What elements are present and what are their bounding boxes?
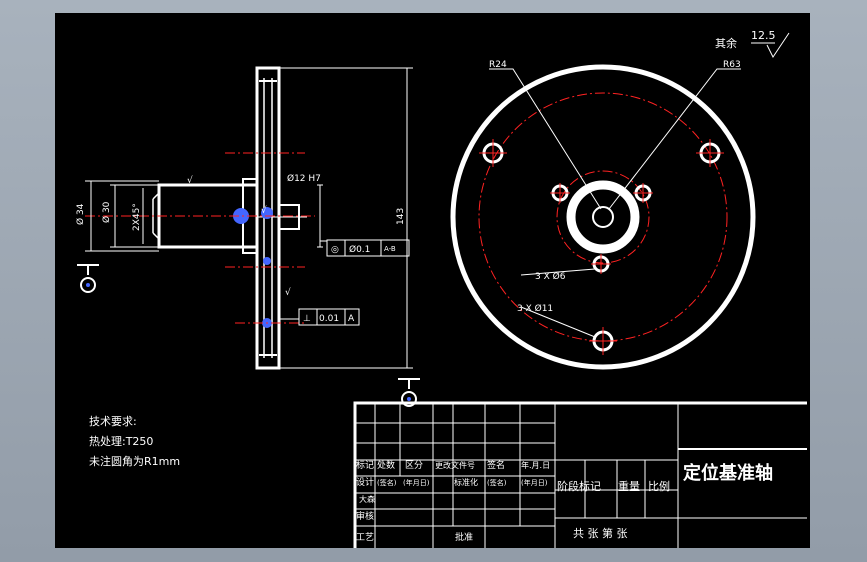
- tb-date-hint2: (年月日): [521, 478, 548, 487]
- dim-length: 143: [396, 208, 406, 225]
- surface-finish-value: 12.5: [751, 29, 776, 42]
- cad-viewport[interactable]: Ø 34 Ø 30 2X45° 143 Ø12 H7 √ √ √ ◎ Ø0.1 …: [55, 13, 810, 548]
- tol-perp-val: 0.01: [319, 314, 339, 324]
- tol-conc-val: Ø0.1: [349, 244, 370, 255]
- dim-chamfer: 2X45°: [132, 203, 142, 231]
- dim-r24: R24: [489, 60, 507, 70]
- dim-d34: Ø 34: [75, 203, 86, 225]
- outer-disc: [450, 64, 756, 370]
- hub-ring: [566, 180, 640, 254]
- dim-r63: R63: [723, 60, 741, 70]
- notes-title: 技术要求:: [89, 415, 137, 428]
- tb-weight: 重量: [618, 479, 640, 493]
- front-view: R24 R63 3 X Ø6 3 X Ø11: [450, 60, 756, 370]
- dim-holes-large: 3 X Ø11: [517, 303, 553, 314]
- tb-standard: 标准化: [454, 477, 478, 487]
- tb-approve: 批准: [455, 531, 473, 543]
- tb-sheets: 共 张 第 张: [573, 526, 628, 540]
- tb-process: 工艺: [356, 532, 374, 543]
- tb-scale: 比例: [648, 479, 670, 493]
- surface-finish-label: 其余: [715, 36, 737, 50]
- tb-mark: 标记: [356, 459, 374, 471]
- tol-conc-ref: A-B: [384, 245, 396, 253]
- datum-symbol-a: [77, 264, 99, 293]
- tb-date-hint: (年月日): [403, 478, 430, 487]
- tb-review: 审核: [356, 510, 374, 522]
- tol-perp-ref: A: [348, 314, 355, 324]
- tb-date: 年.月.日: [521, 460, 550, 470]
- tol-conc-sym: ◎: [331, 245, 339, 255]
- tb-design: 设计: [356, 476, 374, 488]
- dim-bore: Ø12 H7: [287, 173, 321, 184]
- dim-d30: Ø 30: [101, 201, 112, 223]
- tb-sign-hint2: (签名): [487, 478, 507, 487]
- roughness-b: √: [261, 205, 267, 216]
- tb-drafting: 大森: [359, 494, 375, 504]
- cad-drawing[interactable]: Ø 34 Ø 30 2X45° 143 Ø12 H7 √ √ √ ◎ Ø0.1 …: [55, 13, 810, 548]
- roughness-a: √: [187, 175, 193, 186]
- tb-stage: 阶段标记: [557, 479, 601, 493]
- tb-sign-hint: (签名): [377, 478, 397, 487]
- tb-change: 更改文件号: [435, 460, 475, 470]
- center-bore: [592, 206, 614, 228]
- notes-line1: 热处理:T250: [89, 435, 153, 448]
- dim-holes-small: 3 X Ø6: [535, 271, 566, 282]
- notes-line2: 未注圆角为R1mm: [89, 454, 180, 468]
- part-name: 定位基准轴: [683, 462, 773, 484]
- tb-sign: 签名: [487, 459, 505, 471]
- tb-count: 处数: [377, 459, 395, 471]
- side-view: [152, 66, 307, 370]
- tb-zone: 区分: [405, 460, 423, 471]
- roughness-c: √: [285, 287, 291, 298]
- tol-perp-sym: ⊥: [303, 314, 311, 324]
